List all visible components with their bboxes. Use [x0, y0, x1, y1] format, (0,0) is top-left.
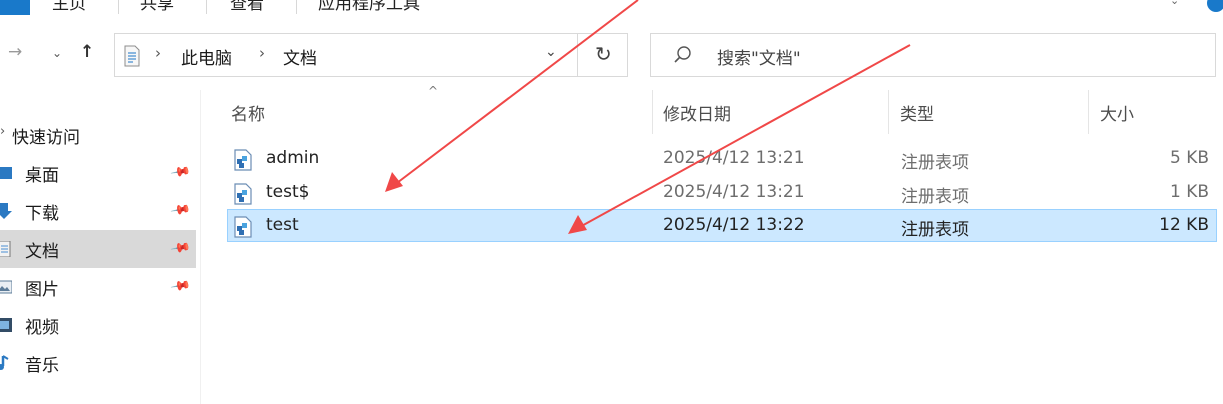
documents-icon — [124, 45, 140, 67]
music-icon — [0, 355, 9, 370]
breadcrumb-documents[interactable]: 文档 — [283, 44, 317, 69]
tab-view[interactable]: 查看 — [230, 0, 264, 14]
sidebar-item-downloads[interactable]: 下载 📌 — [0, 192, 196, 230]
videos-icon — [0, 318, 12, 332]
sidebar-item-label: 图片 — [25, 280, 59, 300]
breadcrumb-separator[interactable]: › — [259, 44, 265, 62]
pictures-icon — [0, 280, 12, 294]
column-header-name[interactable]: 名称 — [231, 100, 265, 125]
address-divider — [577, 34, 578, 76]
file-size: 5 KB — [1169, 148, 1209, 168]
quick-access-label: 快速访问 — [12, 128, 80, 148]
column-header-modified[interactable]: 修改日期 — [663, 100, 731, 125]
file-size: 12 KB — [1159, 215, 1209, 235]
column-divider[interactable] — [888, 90, 889, 134]
tab-app-tools[interactable]: 应用程序工具 — [318, 0, 420, 14]
quick-access-item[interactable]: › 快速访问 — [0, 116, 196, 154]
search-box[interactable]: 搜索"文档" — [650, 33, 1216, 77]
sidebar-item-desktop[interactable]: 桌面 📌 — [0, 154, 196, 192]
registry-file-icon — [234, 149, 252, 171]
sidebar-item-label: 下载 — [25, 204, 59, 224]
pin-icon[interactable]: 📌 — [169, 162, 191, 184]
file-modified: 2025/4/12 13:21 — [663, 148, 805, 168]
ribbon-divider — [206, 0, 207, 14]
breadcrumb-separator[interactable]: › — [155, 44, 161, 62]
file-type: 注册表项 — [901, 187, 969, 207]
file-name: test — [266, 215, 299, 235]
sidebar-item-label: 视频 — [25, 318, 59, 338]
sidebar-item-pictures[interactable]: 图片 📌 — [0, 268, 196, 306]
sidebar-item-videos[interactable]: 视频 — [0, 306, 196, 344]
file-row[interactable]: admin 2025/4/12 13:21 注册表项 5 KB — [227, 142, 1217, 175]
ribbon-expand-chevron-icon[interactable]: ⌄ — [1170, 0, 1179, 7]
file-modified: 2025/4/12 13:21 — [663, 182, 805, 202]
file-row[interactable]: test$ 2025/4/12 13:21 注册表项 1 KB — [227, 176, 1217, 209]
pin-icon[interactable]: 📌 — [169, 276, 191, 298]
sidebar-item-label: 文档 — [25, 242, 59, 262]
file-type: 注册表项 — [901, 220, 969, 240]
sidebar-item-music[interactable]: 音乐 — [0, 344, 196, 382]
ribbon-tab-strip: 主页 共享 查看 应用程序工具 ⌄ — [0, 0, 1223, 17]
tab-share[interactable]: 共享 — [140, 0, 174, 14]
pin-icon[interactable]: 📌 — [169, 238, 191, 260]
registry-file-icon — [234, 183, 252, 205]
tab-home[interactable]: 主页 — [52, 0, 86, 14]
pane-divider[interactable] — [200, 90, 201, 404]
navigation-pane: › 快速访问 桌面 📌 下载 📌 文档 📌 图片 📌 视频 音乐 — [0, 90, 200, 404]
search-icon — [674, 46, 691, 63]
sidebar-item-label: 音乐 — [25, 356, 59, 376]
column-header-size[interactable]: 大小 — [1100, 100, 1134, 125]
address-dropdown-chevron-icon[interactable]: ⌄ — [545, 44, 557, 60]
ribbon-divider — [296, 0, 297, 14]
sort-ascending-icon: ^ — [428, 84, 439, 98]
file-name: admin — [266, 148, 320, 168]
desktop-icon — [0, 167, 12, 179]
download-icon — [0, 203, 12, 219]
file-name: test$ — [266, 182, 310, 202]
registry-file-icon — [234, 216, 252, 238]
file-menu-tab[interactable] — [0, 0, 30, 15]
file-row-selected[interactable]: test 2025/4/12 13:22 注册表项 12 KB — [227, 209, 1217, 242]
column-divider[interactable] — [1088, 90, 1089, 134]
address-bar[interactable]: › 此电脑 › 文档 ⌄ ↻ — [114, 33, 628, 77]
ribbon-divider — [118, 0, 119, 14]
sidebar-item-documents[interactable]: 文档 📌 — [0, 230, 196, 268]
recent-locations-chevron-icon[interactable]: ⌄ — [52, 46, 62, 60]
file-size: 1 KB — [1169, 182, 1209, 202]
column-header-type[interactable]: 类型 — [900, 100, 934, 125]
column-divider[interactable] — [652, 90, 653, 134]
search-placeholder: 搜索"文档" — [717, 49, 801, 69]
pin-icon[interactable]: 📌 — [169, 200, 191, 222]
expand-chevron-icon[interactable]: › — [0, 124, 5, 139]
sidebar-item-label: 桌面 — [25, 166, 59, 186]
file-type: 注册表项 — [901, 153, 969, 173]
documents-icon — [0, 241, 11, 257]
forward-arrow-icon[interactable]: → — [8, 42, 22, 62]
file-modified: 2025/4/12 13:22 — [663, 215, 805, 235]
help-icon[interactable] — [1207, 0, 1223, 12]
refresh-icon[interactable]: ↻ — [595, 42, 612, 66]
breadcrumb-this-pc[interactable]: 此电脑 — [181, 44, 232, 69]
up-arrow-icon[interactable]: ↑ — [80, 42, 94, 62]
